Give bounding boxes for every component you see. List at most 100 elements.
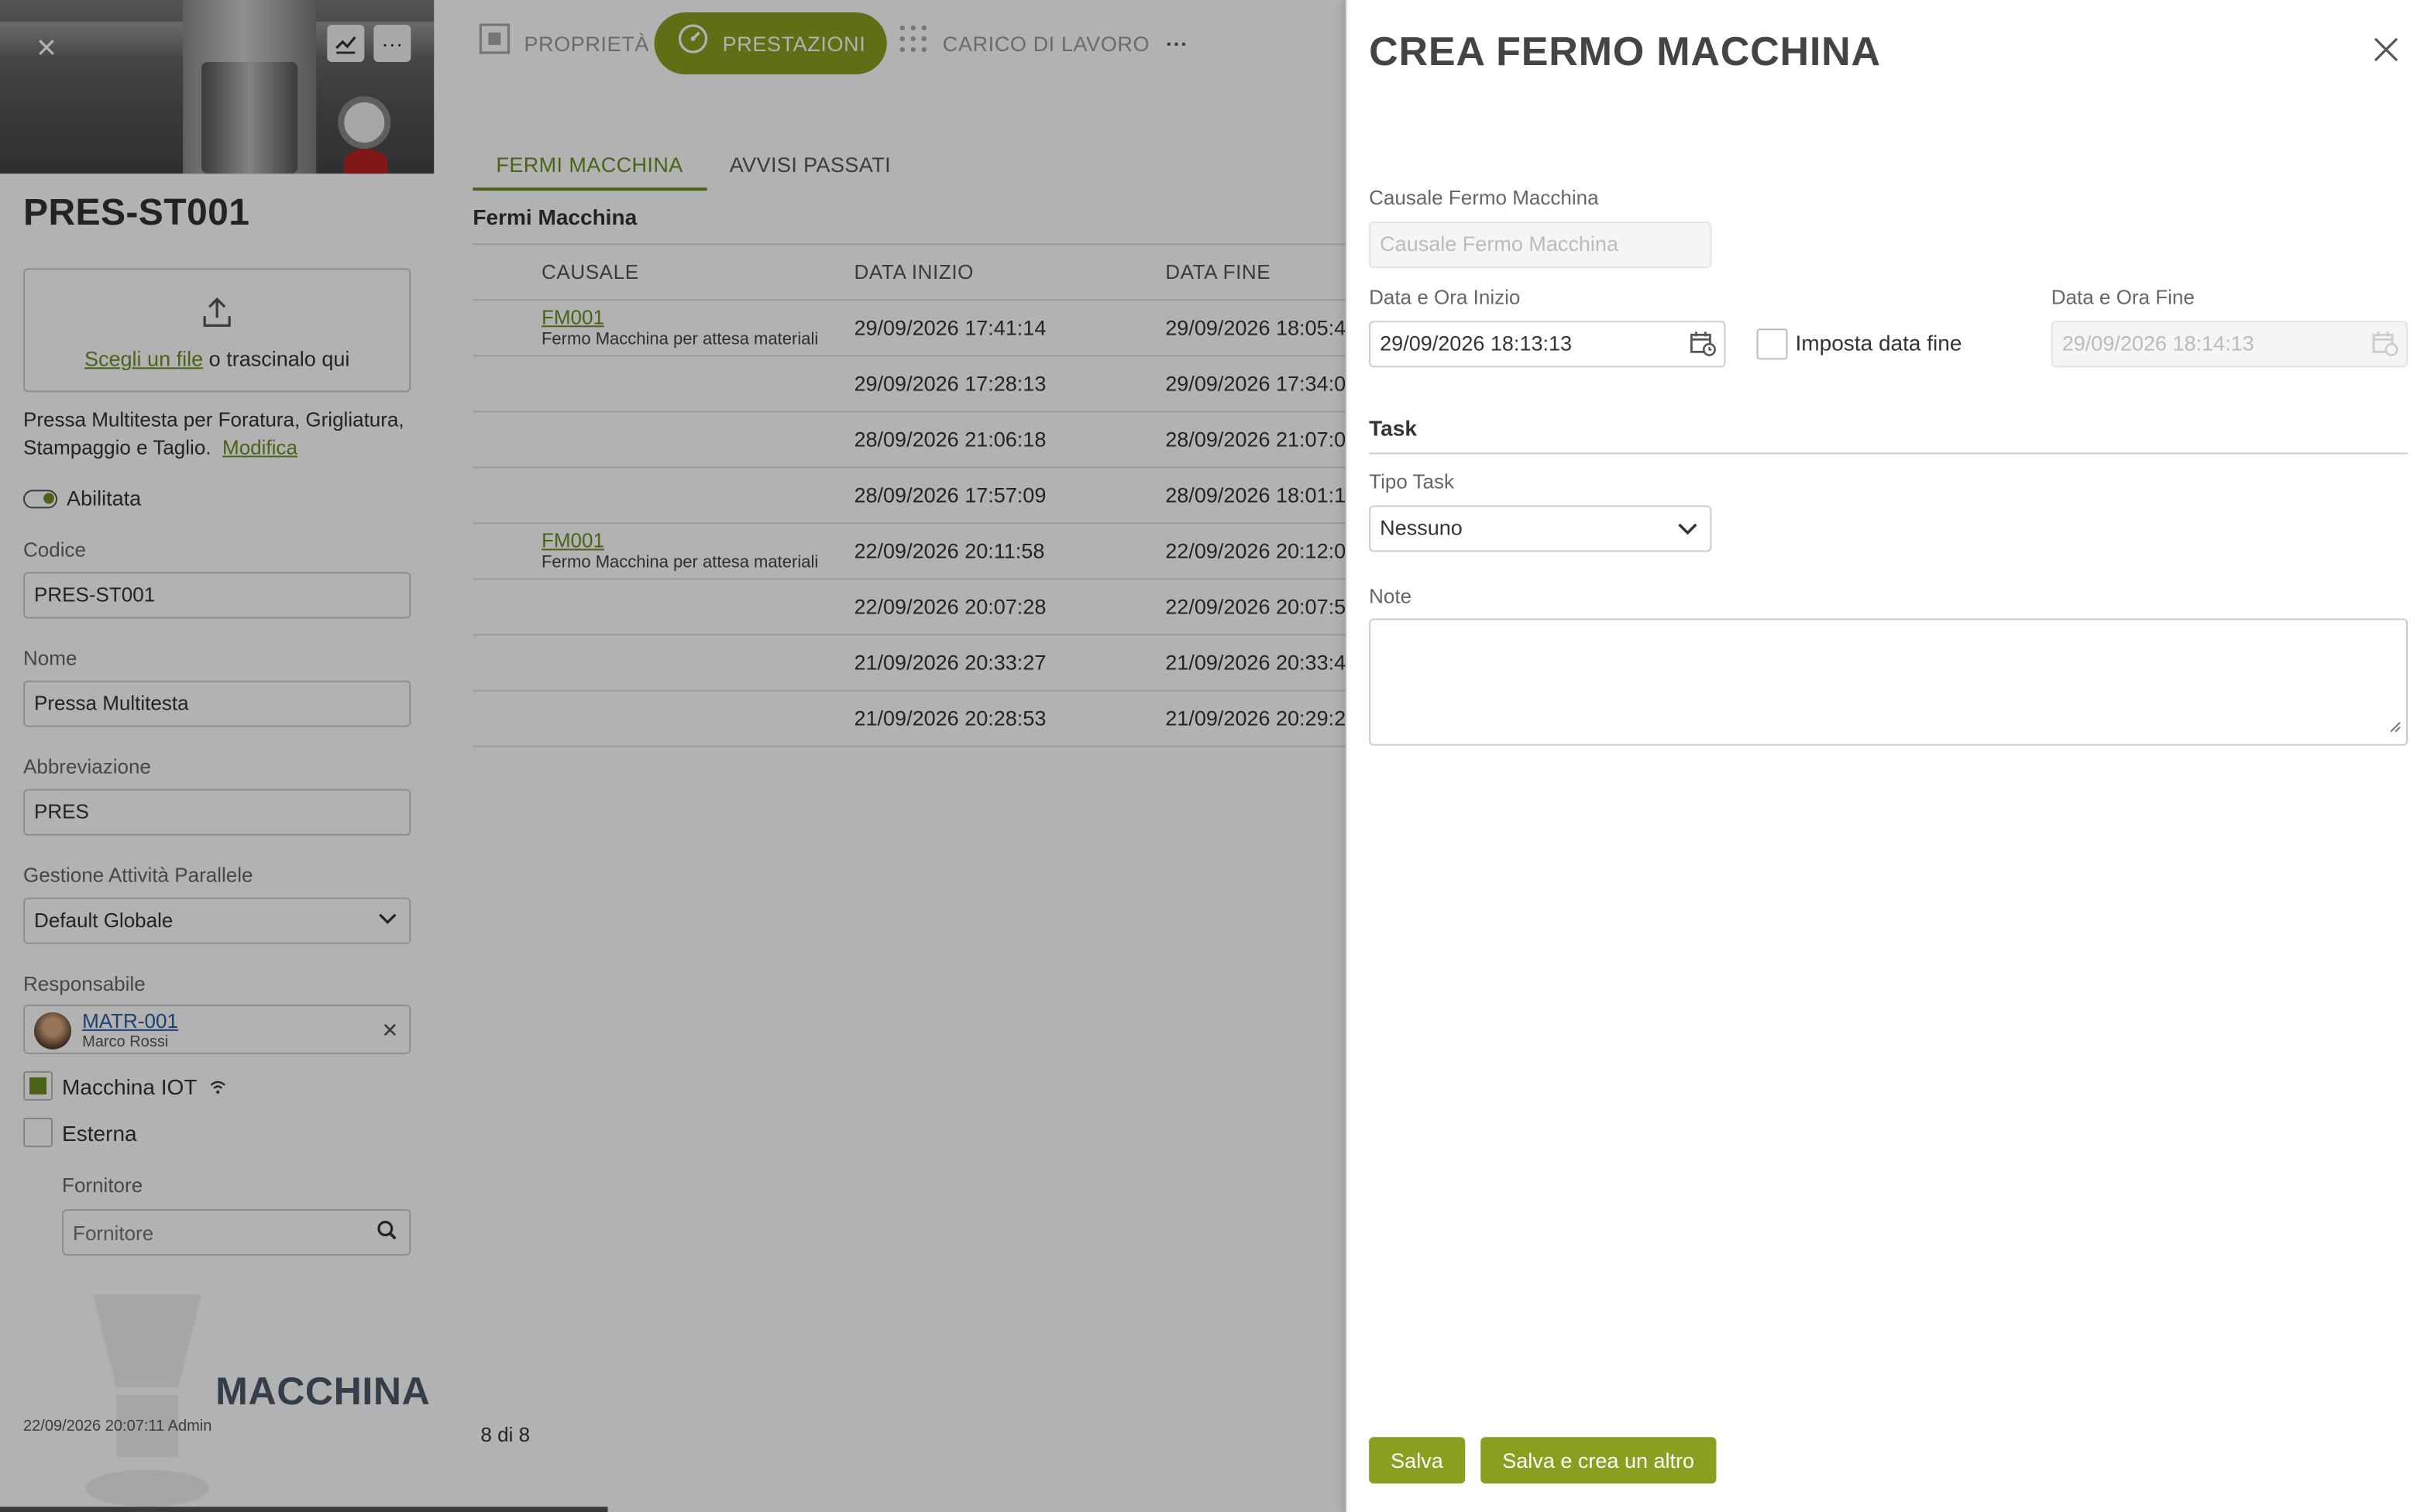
clear-icon[interactable]: ✕ (382, 1019, 399, 1043)
table-row[interactable]: 29/09/2026 17:28:13 29/09/2026 17:34:0 (473, 356, 1346, 413)
table-row[interactable]: 28/09/2026 21:06:18 28/09/2026 21:07:0 (473, 411, 1346, 469)
cause-cell (541, 467, 854, 524)
supplier-input[interactable] (64, 1211, 359, 1255)
end-date-cell: 22/09/2026 20:12:0 (1165, 523, 1346, 580)
column-header[interactable]: DATA FINE (1165, 243, 1346, 301)
gauge-icon (676, 22, 710, 65)
table-row[interactable]: 21/09/2026 20:28:53 21/09/2026 20:29:2 (473, 690, 1346, 747)
machine-panel: × ··· PRES-ST001 Scegli un file o trasci… (0, 0, 435, 1512)
close-icon[interactable]: × (28, 30, 65, 68)
start-date-cell: 21/09/2026 20:33:27 (854, 634, 1166, 692)
wifi-icon (209, 1081, 226, 1099)
edit-description-link[interactable]: Modifica (222, 435, 297, 459)
section-divider (1369, 452, 2409, 455)
iot-label: Macchina IOT (62, 1074, 226, 1099)
end-date-cell: 28/09/2026 21:07:0 (1165, 411, 1346, 469)
start-datetime-input[interactable]: 29/09/2026 18:13:13 (1369, 321, 1726, 368)
row-spacer (473, 411, 542, 469)
tab-performance[interactable]: PRESTAZIONI (654, 12, 888, 75)
cause-code-link[interactable]: FM001 (542, 305, 854, 328)
task-section-title: Task (1369, 415, 1417, 441)
end-date-cell: 21/09/2026 20:29:2 (1165, 690, 1346, 747)
external-checkbox[interactable] (23, 1117, 53, 1147)
iot-checkbox[interactable] (23, 1070, 53, 1101)
row-spacer (473, 467, 542, 524)
abbreviation-input[interactable]: PRES (23, 789, 411, 836)
start-datetime-label: Data e Ora Inizio (1369, 285, 1521, 309)
machine-watermark-icon (85, 1294, 210, 1507)
section-title: Fermi Macchina (473, 204, 638, 230)
end-date-cell: 29/09/2026 17:34:0 (1165, 356, 1346, 413)
row-spacer (473, 579, 542, 636)
tab-workload-label: CARICO DI LAVORO (942, 32, 1150, 56)
search-icon[interactable] (377, 1220, 397, 1245)
save-and-new-button[interactable]: Salva e crea un altro (1480, 1437, 1717, 1484)
row-spacer (473, 523, 542, 580)
end-datetime-value: 29/09/2026 18:14:13 (2061, 332, 2254, 356)
more-options-icon[interactable]: ··· (373, 25, 411, 63)
cause-cell: FM001 Fermo Macchina per attesa materiali (541, 300, 854, 357)
note-textarea[interactable] (1369, 618, 2409, 746)
file-upload-area[interactable]: Scegli un file o trascinalo qui (23, 268, 411, 393)
cause-description: Fermo Macchina per attesa materiali (541, 552, 819, 572)
upload-icon (25, 294, 409, 341)
cause-cell (541, 579, 854, 636)
grid-dots-icon (896, 22, 930, 65)
cause-input[interactable]: Causale Fermo Macchina (1369, 222, 1712, 269)
table-row[interactable]: 28/09/2026 17:57:09 28/09/2026 18:01:1 (473, 467, 1346, 524)
table-row[interactable]: 21/09/2026 20:33:27 21/09/2026 20:33:4 (473, 634, 1346, 692)
supplier-label: Fornitore (62, 1173, 143, 1198)
parallel-mgmt-select[interactable]: Default Globale (23, 897, 411, 944)
note-label: Note (1369, 584, 1412, 608)
start-date-cell: 21/09/2026 20:28:53 (854, 690, 1166, 747)
tab-workload[interactable]: CARICO DI LAVORO (896, 12, 1150, 74)
chevron-down-icon (378, 909, 397, 932)
table-row[interactable]: 22/09/2026 20:07:28 22/09/2026 20:07:5 (473, 579, 1346, 636)
machine-stops-table: CAUSALE DATA INIZIO DATA FINE FM001 Fermo… (473, 243, 1346, 747)
enabled-label: Abilitata (67, 486, 142, 510)
subtab-machine-stops[interactable]: FERMI MACCHINA (473, 143, 707, 191)
code-input[interactable]: PRES-ST001 (23, 572, 411, 619)
abbreviation-label: Abbreviazione (23, 754, 151, 778)
column-header[interactable]: CAUSALE (541, 243, 854, 301)
upload-hint: o trascinalo qui (208, 347, 350, 371)
enabled-toggle-row[interactable]: Abilitata (23, 486, 141, 510)
start-date-cell: 29/09/2026 17:28:13 (854, 356, 1166, 413)
task-type-select[interactable]: Nessuno (1369, 505, 1712, 552)
tab-properties-label: PROPRIETÀ (524, 32, 649, 56)
frame-icon (477, 22, 511, 65)
table-row[interactable]: FM001 Fermo Macchina per attesa materiali… (473, 300, 1346, 357)
start-date-cell: 22/09/2026 20:07:28 (854, 579, 1166, 636)
owner-name: Marco Rossi (82, 1033, 169, 1051)
end-datetime-label: Data e Ora Fine (2051, 285, 2195, 309)
start-date-cell: 22/09/2026 20:11:58 (854, 523, 1166, 580)
section-nav: PROPRIETÀ PRESTAZIONI CARICO DI LAVORO ·… (434, 0, 1346, 87)
close-icon[interactable] (2371, 31, 2402, 71)
chart-check-icon[interactable] (327, 25, 365, 63)
set-end-date-checkbox[interactable] (1756, 328, 1788, 360)
enabled-toggle[interactable] (23, 489, 58, 508)
cause-code-link[interactable]: FM001 (542, 528, 854, 551)
name-input[interactable]: Pressa Multitesta (23, 680, 411, 727)
calendar-clock-icon[interactable] (1690, 330, 1716, 364)
create-stop-modal: CREA FERMO MACCHINA Causale Fermo Macchi… (1346, 0, 2431, 1512)
owner-code-link[interactable]: MATR-001 (82, 1009, 178, 1033)
machine-description: Pressa Multitesta per Foratura, Grigliat… (23, 406, 414, 462)
resize-handle-icon[interactable] (2388, 713, 2402, 741)
tab-properties[interactable]: PROPRIETÀ (477, 12, 649, 74)
end-date-cell: 22/09/2026 20:07:5 (1165, 579, 1346, 636)
save-button[interactable]: Salva (1369, 1437, 1465, 1484)
row-spacer (473, 634, 542, 692)
owner-field[interactable]: MATR-001 Marco Rossi ✕ (23, 1004, 411, 1054)
choose-file-link[interactable]: Scegli un file (84, 347, 203, 370)
column-header[interactable]: DATA INIZIO (854, 243, 1166, 301)
description-text: Pressa Multitesta per Foratura, Grigliat… (23, 407, 404, 459)
start-datetime-value: 29/09/2026 18:13:13 (1380, 332, 1573, 356)
table-row[interactable]: FM001 Fermo Macchina per attesa materiali… (473, 523, 1346, 580)
subtab-past-alerts[interactable]: AVVISI PASSATI (707, 143, 914, 191)
supplier-field[interactable] (62, 1209, 411, 1256)
taskbar-edge (0, 1507, 608, 1512)
more-tabs-icon[interactable]: ··· (1166, 12, 1188, 74)
end-date-cell: 21/09/2026 20:33:4 (1165, 634, 1346, 692)
chevron-down-icon (1677, 517, 1697, 542)
